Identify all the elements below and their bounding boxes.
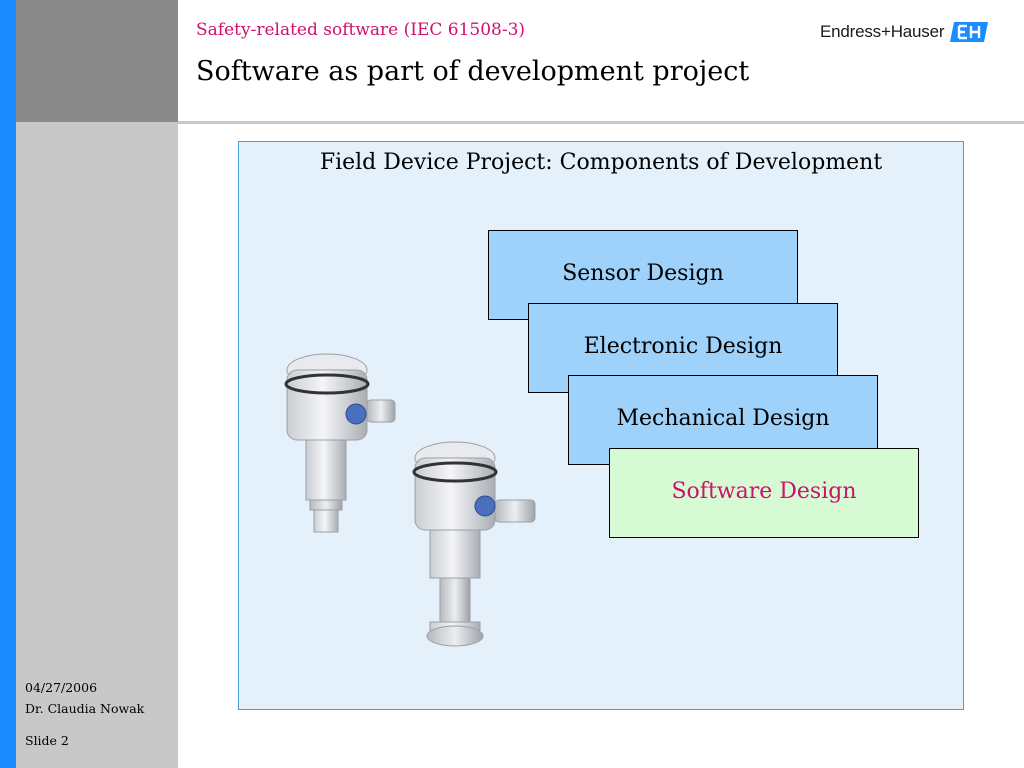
logo-text: Endress+Hauser — [820, 22, 945, 41]
endress-hauser-logo-icon — [950, 22, 989, 42]
electronic-design-label: Electronic Design — [583, 333, 783, 359]
header-divider — [178, 121, 1024, 124]
company-logo: Endress+Hauser — [820, 20, 989, 44]
device-left — [284, 353, 396, 533]
field-device-image — [284, 353, 536, 647]
sensor-design-label: Sensor Design — [562, 260, 724, 286]
mechanical-design-label: Mechanical Design — [616, 405, 830, 431]
left-accent-stripe — [0, 0, 16, 768]
software-design-box: Software Design — [609, 448, 919, 538]
sidebar-header-block — [16, 0, 178, 122]
slide-title: Software as part of development project — [196, 56, 750, 87]
footer-slide-number: Slide 2 — [25, 733, 69, 748]
diagram-title: Field Device Project: Components of Deve… — [319, 150, 883, 175]
software-design-label: Software Design — [671, 478, 857, 504]
footer-date: 04/27/2006 — [25, 680, 98, 695]
slide-subtitle: Safety-related software (IEC 61508-3) — [196, 20, 526, 40]
sidebar — [16, 122, 178, 768]
footer-author: Dr. Claudia Nowak — [25, 701, 145, 716]
device-right — [412, 441, 536, 647]
